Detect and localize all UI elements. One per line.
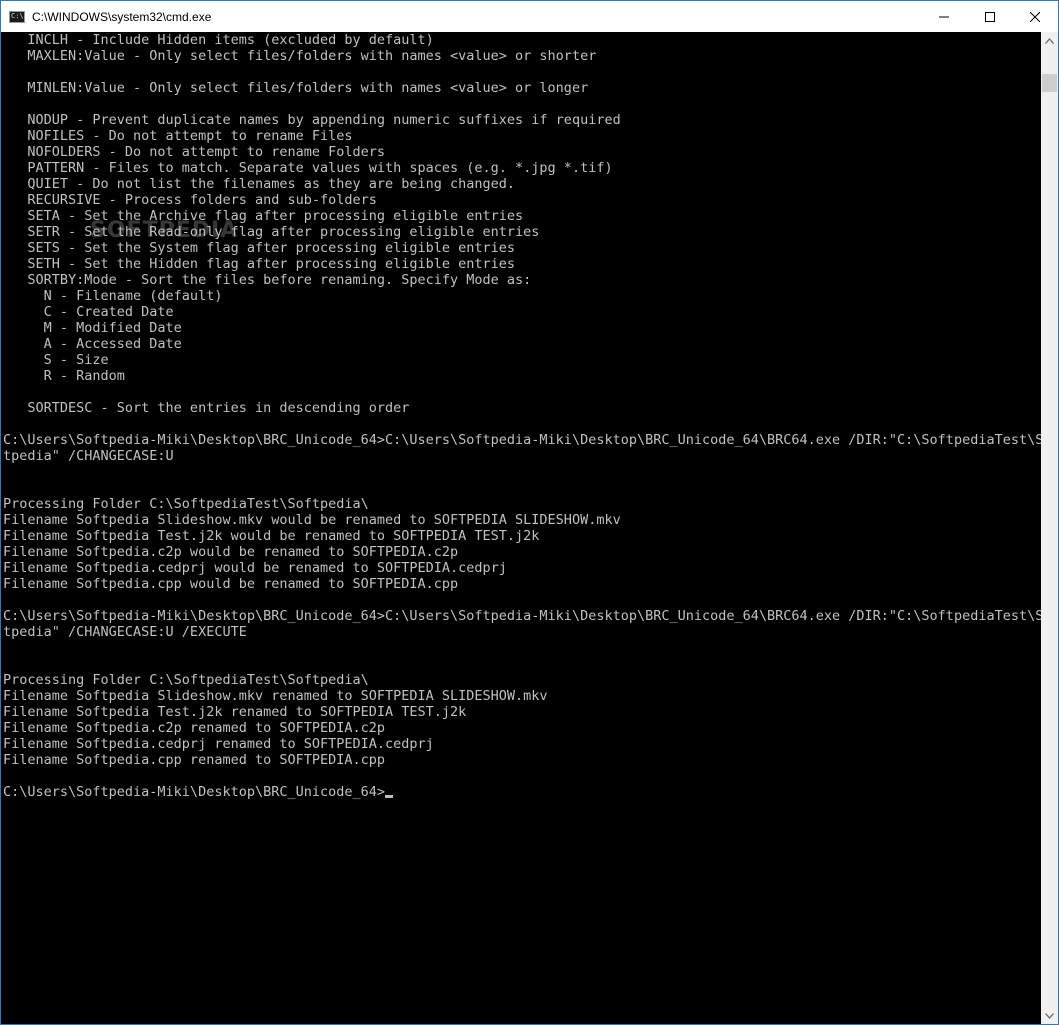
console-output[interactable]: INCLH - Include Hidden items (excluded b…	[1, 32, 1041, 1024]
close-button[interactable]	[1012, 1, 1058, 32]
console-line: Filename Softpedia.cpp would be renamed …	[3, 576, 459, 592]
console-line: R - Random	[3, 368, 125, 384]
console-line: MAXLEN:Value - Only select files/folders…	[3, 48, 597, 64]
console-line: Processing Folder C:\SoftpediaTest\Softp…	[3, 672, 369, 688]
console-line: Filename Softpedia.c2p would be renamed …	[3, 544, 459, 560]
console-line: QUIET - Do not list the filenames as the…	[3, 176, 516, 192]
scroll-thumb[interactable]	[1042, 74, 1057, 92]
scroll-up-button[interactable]	[1041, 32, 1058, 49]
console-line: Filename Softpedia.cedprj would be renam…	[3, 560, 507, 576]
cmd-window: C:\ C:\WINDOWS\system32\cmd.exe INCLH - …	[0, 0, 1059, 1025]
minimize-button[interactable]	[921, 1, 967, 32]
window-title: C:\WINDOWS\system32\cmd.exe	[32, 9, 212, 24]
console-line: S - Size	[3, 352, 109, 368]
vertical-scrollbar[interactable]	[1041, 32, 1058, 1024]
title-bar[interactable]: C:\ C:\WINDOWS\system32\cmd.exe	[1, 1, 1058, 32]
console-app-icon[interactable]: C:\	[9, 10, 25, 23]
console-line: Filename Softpedia Slideshow.mkv renamed…	[3, 688, 548, 704]
console-line: INCLH - Include Hidden items (excluded b…	[3, 32, 434, 48]
close-icon	[1030, 11, 1040, 22]
console-line: NOFILES - Do not attempt to rename Files	[3, 128, 353, 144]
console-line: tpedia" /CHANGECASE:U	[3, 448, 174, 464]
console-line: SETH - Set the Hidden flag after process…	[3, 256, 516, 272]
console-line: Filename Softpedia Slideshow.mkv would b…	[3, 512, 621, 528]
console-line: M - Modified Date	[3, 320, 182, 336]
console-line: Filename Softpedia.cpp renamed to SOFTPE…	[3, 752, 386, 768]
console-line: Filename Softpedia Test.j2k would be ren…	[3, 528, 540, 544]
console-line: Filename Softpedia.c2p renamed to SOFTPE…	[3, 720, 386, 736]
command-prompt: C:\Users\Softpedia-Miki\Desktop\BRC_Unic…	[3, 784, 1041, 800]
console-icon-glyph: C:\	[11, 11, 24, 20]
console-line: PATTERN - Files to match. Separate value…	[3, 160, 613, 176]
softpedia-watermark: SOFTPEDIA	[90, 218, 239, 243]
console-line: Filename Softpedia Test.j2k renamed to S…	[3, 704, 467, 720]
console-line: RECURSIVE - Process folders and sub-fold…	[3, 192, 377, 208]
minimize-icon	[939, 16, 949, 17]
maximize-button[interactable]	[967, 1, 1013, 32]
scroll-down-button[interactable]	[1041, 1007, 1058, 1024]
console-line: A - Accessed Date	[3, 336, 182, 352]
console-line: tpedia" /CHANGECASE:U /EXECUTE	[3, 624, 247, 640]
console-line: SORTBY:Mode - Sort the files before rena…	[3, 272, 532, 288]
console-line: C:\Users\Softpedia-Miki\Desktop\BRC_Unic…	[3, 432, 1041, 448]
console-line: Filename Softpedia.cedprj renamed to SOF…	[3, 736, 434, 752]
console-line: NOFOLDERS - Do not attempt to rename Fol…	[3, 144, 386, 160]
console-line: N - Filename (default)	[3, 288, 223, 304]
console-line: MINLEN:Value - Only select files/folders…	[3, 80, 589, 96]
console-line: Processing Folder C:\SoftpediaTest\Softp…	[3, 496, 369, 512]
chevron-down-icon	[1045, 1012, 1054, 1019]
text-cursor	[385, 795, 394, 798]
chevron-up-icon	[1045, 37, 1054, 44]
maximize-icon	[985, 11, 995, 22]
console-line: C - Created Date	[3, 304, 174, 320]
console-line: C:\Users\Softpedia-Miki\Desktop\BRC_Unic…	[3, 608, 1041, 624]
console-line: SORTDESC - Sort the entries in descendin…	[3, 400, 410, 416]
console-line: NODUP - Prevent duplicate names by appen…	[3, 112, 621, 128]
